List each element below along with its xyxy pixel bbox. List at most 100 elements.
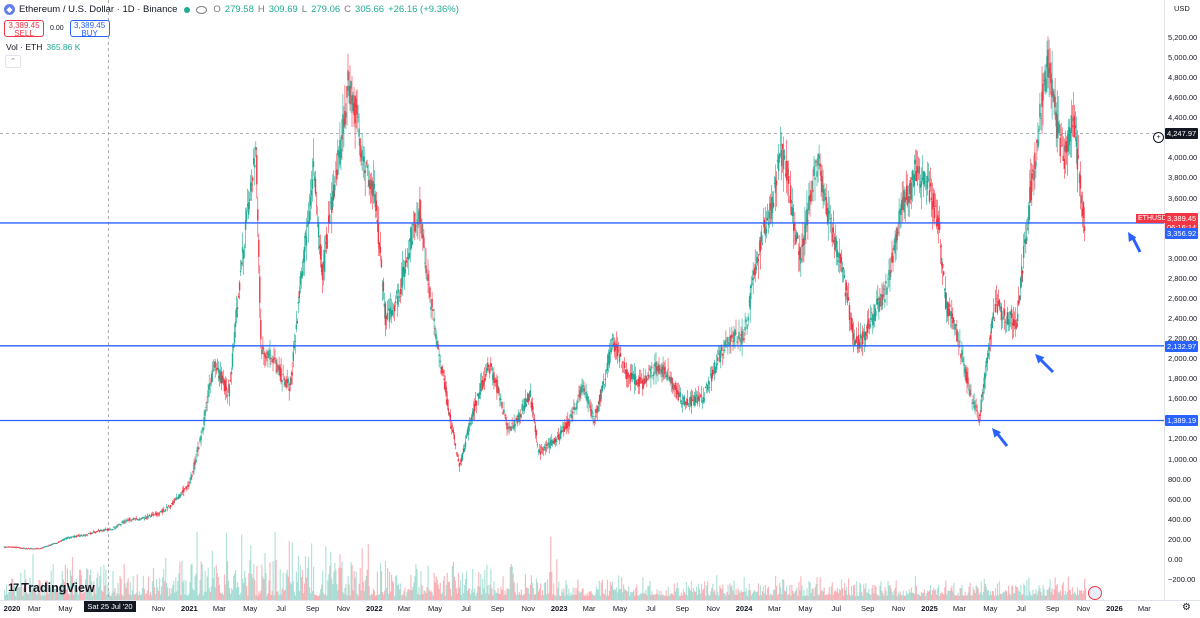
volume-bar	[145, 593, 147, 600]
collapse-legend-button[interactable]: ⌃	[5, 55, 21, 68]
candle-body	[287, 379, 289, 384]
candle-body	[700, 395, 703, 397]
candle-body	[375, 200, 377, 211]
symbol-title[interactable]: Ethereum / U.S. Dollar · 1D · Binance	[19, 4, 177, 15]
candle-body	[723, 349, 725, 351]
candle-body	[896, 228, 898, 241]
candle-body	[583, 388, 585, 392]
candle-body	[295, 324, 297, 329]
candle-body	[129, 519, 131, 521]
volume-bar	[762, 586, 764, 600]
candle-body	[844, 292, 847, 297]
time-tick-label: Nov	[336, 604, 351, 613]
candle-body	[153, 514, 156, 516]
price-axis[interactable]: USD 5,200.00 5,000.00 4,800.00 4,600.00 4,40…	[1164, 0, 1200, 600]
candle-body	[520, 414, 522, 418]
candle-body	[1045, 78, 1047, 92]
candle-body	[1018, 300, 1020, 305]
candle-body	[811, 181, 813, 190]
spread-value: 0.00	[50, 25, 64, 32]
price-tick-label: 3,000.00	[1168, 253, 1198, 263]
candle-body	[830, 218, 832, 220]
candle-body	[792, 208, 794, 216]
candle-body	[311, 179, 314, 189]
candle-body	[760, 231, 762, 242]
candle-body	[144, 516, 146, 518]
candle-body	[616, 345, 619, 357]
candle-body	[231, 353, 234, 368]
price-chart[interactable]	[0, 0, 1164, 600]
price-tick-label: 4,600.00	[1168, 93, 1198, 103]
volume-bar	[138, 591, 140, 600]
candle-body	[897, 232, 899, 233]
sell-button[interactable]: 3,389.45 SELL	[4, 20, 44, 38]
candle-body	[858, 342, 861, 348]
candle-body	[373, 183, 375, 189]
candle-body	[704, 387, 707, 388]
candle-body	[464, 441, 467, 448]
candle-body	[754, 264, 756, 276]
candle-body	[589, 405, 591, 409]
candle-body	[608, 351, 611, 366]
candle-body	[113, 526, 115, 528]
candle-body	[824, 193, 826, 195]
time-tick-label: Sep	[1045, 604, 1060, 613]
candle-body	[911, 170, 913, 181]
candle-body	[744, 326, 746, 331]
time-tick-label: Sep	[490, 604, 505, 613]
candle-body	[453, 434, 455, 440]
candle-body	[189, 481, 191, 484]
candle-body	[987, 353, 989, 357]
candle-body	[639, 376, 641, 384]
candle-body	[932, 193, 935, 208]
candle-body	[735, 332, 737, 334]
time-tick-label: Mar	[768, 604, 781, 613]
candle-body	[1007, 319, 1010, 325]
price-tick-label: 3,600.00	[1168, 193, 1198, 203]
candle-body	[892, 255, 894, 263]
candle-body	[265, 356, 267, 359]
candle-body	[347, 70, 349, 81]
candle-body	[831, 233, 833, 243]
candle-body	[695, 394, 698, 397]
candle-body	[539, 451, 542, 455]
candle-body	[1059, 137, 1061, 157]
candle-body	[456, 454, 459, 457]
candle-body	[1080, 195, 1083, 204]
candle-body	[296, 321, 298, 323]
eye-icon[interactable]	[196, 5, 208, 14]
candle-body	[920, 181, 923, 188]
volume-bar	[438, 588, 440, 600]
candle-body	[431, 299, 433, 308]
volume-legend[interactable]: Vol · ETH 365.86 K	[6, 42, 80, 52]
volume-bar	[608, 590, 610, 600]
crosshair-add-icon[interactable]: +	[1153, 132, 1164, 143]
time-axis[interactable]: 2020 Mar May Nov 2021 Mar May Jul Sep Nov 2022 Mar M…	[0, 600, 1200, 618]
volume-bar	[863, 584, 865, 600]
buy-button[interactable]: 3,389.45 BUY	[69, 20, 110, 38]
candle-body	[948, 308, 950, 316]
volume-bar	[477, 586, 479, 600]
flag-icon[interactable]	[1088, 586, 1102, 600]
candle-body	[980, 399, 982, 412]
candle-body	[452, 429, 454, 434]
time-tick-label: Sep	[861, 604, 875, 613]
candle-body	[741, 331, 743, 344]
candle-body	[688, 405, 691, 407]
tradingview-logo[interactable]: 17 TradingView	[8, 581, 95, 595]
settings-gear-icon[interactable]: ⚙	[1182, 602, 1191, 613]
candle-body	[814, 177, 816, 180]
candle-body	[1019, 295, 1021, 300]
candle-body	[1075, 136, 1078, 148]
volume-bar	[1047, 589, 1049, 600]
candle-body	[361, 150, 363, 161]
volume-bar	[307, 556, 310, 600]
candle-body	[259, 276, 261, 303]
candle-body	[309, 196, 312, 206]
volume-bar	[624, 589, 626, 600]
time-tick-label: Sep	[675, 604, 689, 613]
candle-body	[790, 185, 792, 204]
volume-bar	[716, 575, 718, 600]
candle-body	[884, 299, 886, 303]
candle-body	[1061, 145, 1063, 147]
